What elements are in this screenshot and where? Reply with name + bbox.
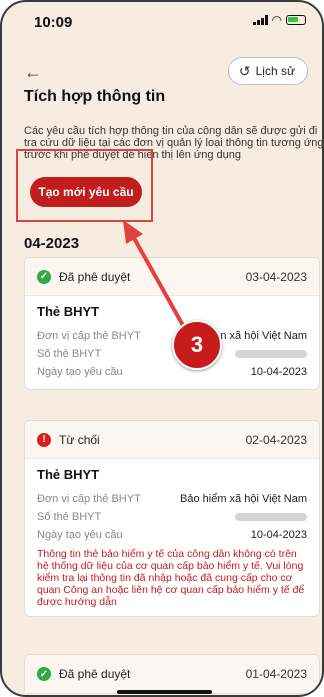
phone-screen: 10:09 ◠ ← ↺ Lịch sử Tích hợp thông tin C… [0, 0, 324, 697]
annotation-arrow [123, 220, 192, 340]
home-indicator[interactable] [117, 690, 212, 694]
step-badge: 3 [172, 320, 222, 370]
arrow-shaft [132, 236, 192, 340]
arrow-head [123, 220, 143, 244]
